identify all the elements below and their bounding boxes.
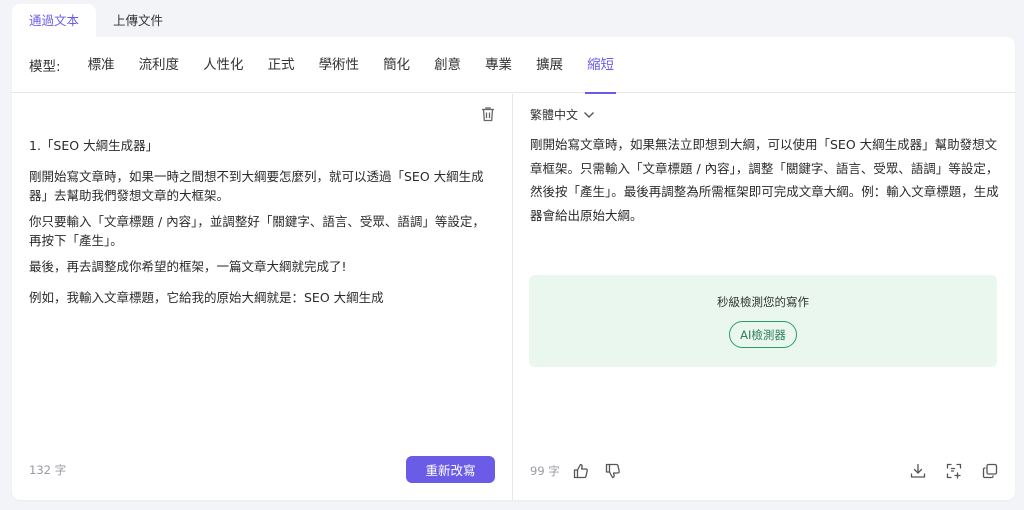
output-footer: 99 字 (530, 459, 1001, 483)
output-actions (893, 460, 1001, 482)
input-paragraph: 最後，再去調整成你希望的框架，一篇文章大綱就完成了! (29, 259, 347, 274)
language-select[interactable]: 繁體中文 (530, 106, 595, 123)
copy-icon[interactable] (979, 460, 1001, 482)
thumbs-up-icon[interactable] (570, 460, 592, 482)
input-paragraph: 你只要輸入「文章標題 / 內容」，並調整好「關鍵字、語言、受眾、語調」等設定，再… (29, 214, 485, 248)
ai-detector-button[interactable]: AI檢測器 (729, 321, 797, 348)
language-label: 繁體中文 (530, 108, 579, 122)
input-paragraph: 例如，我輸入文章標題，它給我的原始大綱就是：SEO 大綱生成 (29, 290, 384, 305)
rewrite-button[interactable]: 重新改寫 (406, 456, 495, 483)
ai-detect-promo: 秒級檢測您的寫作 AI檢測器 (529, 275, 997, 367)
mode-creative[interactable]: 創意 (422, 37, 473, 93)
chevron-down-icon (584, 111, 595, 118)
output-text: 剛開始寫文章時，如果無法立即想到大綱，可以使用「SEO 大綱生成器」幫助發想文章… (530, 137, 999, 223)
input-paragraph: 剛開始寫文章時，如果一時之間想不到大綱要怎麼列，就可以透過「SEO 大綱生成器」… (29, 169, 484, 203)
input-pane: 1.「SEO 大綱生成器」 剛開始寫文章時，如果一時之間想不到大綱要怎麼列，就可… (12, 94, 513, 500)
add-frame-icon[interactable] (943, 460, 965, 482)
input-paragraph: 1.「SEO 大綱生成器」 (29, 138, 159, 153)
paraphraser-card: 模型: 標准 流利度 人性化 正式 學術性 簡化 創意 專業 擴展 縮短 1.「… (12, 37, 1015, 500)
tab-text[interactable]: 通過文本 (12, 4, 97, 38)
input-type-tabs: 通過文本 上傳文件 (12, 4, 180, 38)
mode-formal[interactable]: 正式 (256, 37, 307, 93)
mode-bar: 模型: 標准 流利度 人性化 正式 學術性 簡化 創意 專業 擴展 縮短 (12, 37, 1015, 94)
trash-icon[interactable] (478, 104, 498, 124)
mode-academic[interactable]: 學術性 (307, 37, 372, 93)
mode-shorten[interactable]: 縮短 (575, 37, 626, 94)
output-word-count: 99 字 (530, 464, 560, 478)
mode-humanize[interactable]: 人性化 (191, 37, 256, 93)
mode-professional[interactable]: 專業 (473, 37, 524, 93)
mode-simplify[interactable]: 簡化 (371, 37, 422, 93)
ai-detect-title: 秒級檢測您的寫作 (717, 295, 809, 309)
input-textarea[interactable]: 1.「SEO 大綱生成器」 剛開始寫文章時，如果一時之間想不到大綱要怎麼列，就可… (29, 136, 495, 314)
mode-standard[interactable]: 標准 (76, 37, 127, 93)
tab-upload-file[interactable]: 上傳文件 (96, 4, 180, 38)
mode-expand[interactable]: 擴展 (524, 37, 575, 93)
editor-panes: 1.「SEO 大綱生成器」 剛開始寫文章時，如果一時之間想不到大綱要怎麼列，就可… (12, 94, 1015, 500)
download-icon[interactable] (907, 460, 929, 482)
output-pane: 繁體中文 剛開始寫文章時，如果無法立即想到大綱，可以使用「SEO 大綱生成器」幫… (513, 94, 1015, 500)
mode-fluency[interactable]: 流利度 (127, 37, 192, 93)
mode-label: 模型: (29, 58, 61, 75)
input-word-count: 132 字 (29, 463, 67, 477)
thumbs-down-icon[interactable] (602, 460, 624, 482)
